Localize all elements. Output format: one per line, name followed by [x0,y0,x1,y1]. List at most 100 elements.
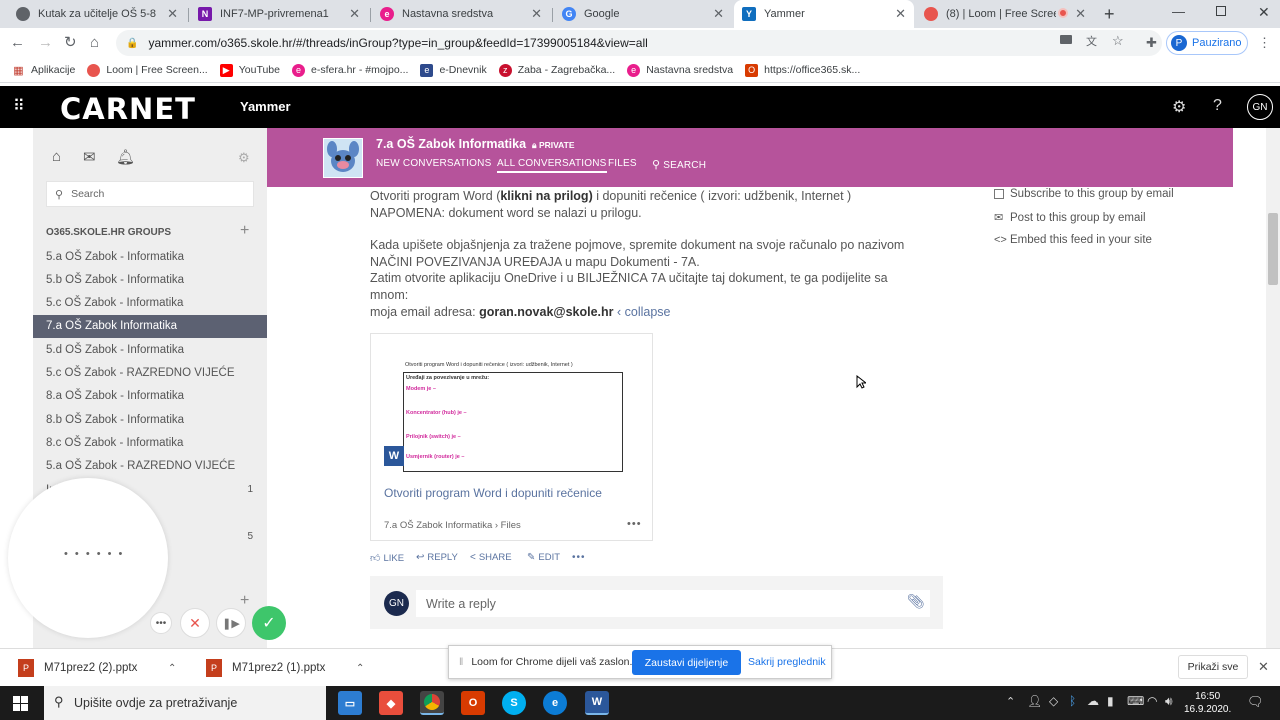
attachment-title[interactable]: Otvoriti program Word i dopuniti rečenic… [384,486,602,500]
close-icon[interactable]: ✕ [895,6,906,22]
tab-new-conversations[interactable]: NEW CONVERSATIONS [376,158,491,169]
chrome-icon[interactable] [420,691,444,715]
reply-button[interactable]: ↩ REPLY [416,552,458,563]
loom-pause-button[interactable]: ❚▶ [216,608,246,638]
tray-chevron-icon[interactable]: ⌃ [1006,695,1015,708]
reload-icon[interactable]: ↻ [64,34,77,52]
address-bar[interactable]: 🔒 yammer.com/o365.skole.hr/#/threads/inG… [116,30,1162,56]
people-icon[interactable]: 👤︎ [1027,694,1042,708]
close-downloads-button[interactable]: ✕ [1258,659,1269,675]
menu-icon[interactable]: ⋮ [1258,34,1271,52]
tab-yammer[interactable]: Y Yammer ✕ [734,0,914,28]
edge-icon[interactable]: e [543,691,567,715]
tab-google[interactable]: G Google ✕ [554,0,732,28]
settings-icon[interactable]: ⚙ [238,150,250,166]
extensions-icon[interactable]: ✚ [1146,34,1157,52]
bookmark-nastavna[interactable]: e Nastavna sredstva [627,63,733,77]
minimize-button[interactable]: — [1172,4,1185,19]
sidebar-group-item[interactable]: 5.d OŠ Zabok - Informatika [33,338,267,361]
loom-cancel-button[interactable]: ✕ [180,608,210,638]
sidebar-search[interactable]: ⚲ Search [46,181,254,207]
close-icon[interactable]: ✕ [713,6,724,22]
user-avatar[interactable]: GN [1247,94,1273,120]
group-name[interactable]: 7.a OŠ Zabok Informatika 🔒︎ PRIVATE [376,137,575,151]
bookmark-star-icon[interactable]: ☆ [1112,33,1124,49]
reply-input[interactable]: Write a reply [416,590,930,617]
post-by-email-link[interactable]: ✉ Post to this group by email [994,211,1146,225]
taskbar-clock[interactable]: 16:50 16.9.2020. [1184,690,1231,716]
mail-icon[interactable]: ✉ [83,148,96,166]
more-options-icon[interactable]: ••• [627,518,642,530]
collapse-link[interactable]: ‹ collapse [617,305,671,319]
bluetooth-icon[interactable]: ᛒ [1069,694,1076,708]
close-icon[interactable]: ✕ [349,6,360,22]
embed-feed-link[interactable]: <> Embed this feed in your site [994,234,1152,246]
sidebar-group-item[interactable]: 5.a OŠ Zabok - RAZREDNO VIJEĆE [33,455,267,478]
bookmark-loom[interactable]: Loom | Free Screen... [87,63,208,77]
tab-loom[interactable]: (8) | Loom | Free Screen ✕ [916,0,1094,28]
home-icon[interactable]: ⌂ [90,34,99,52]
sidebar-group-item[interactable]: 5.a OŠ Zabok - Informatika [33,245,267,268]
sidebar-group-item[interactable]: 8.c OŠ Zabok - Informatika [33,431,267,454]
gear-icon[interactable]: ⚙ [1172,97,1186,117]
home-icon[interactable]: ⌂ [52,148,61,165]
skype-icon[interactable]: S [502,691,526,715]
sidebar-group-item[interactable]: 5.b OŠ Zabok - Informatika [33,268,267,291]
stop-sharing-button[interactable]: Zaustavi dijeljenje [632,650,741,675]
windows-start-icon[interactable] [13,696,28,711]
onedrive-icon[interactable]: ☁ [1087,694,1099,708]
tab-all-conversations[interactable]: ALL CONVERSATIONS [497,158,607,173]
close-icon[interactable]: ✕ [167,6,178,22]
bookmark-youtube[interactable]: ▶ YouTube [219,63,280,77]
sidebar-group-item[interactable]: 5.c OŠ Zabok - Informatika [33,292,267,315]
subscribe-email-option[interactable]: Subscribe to this group by email [994,188,1174,200]
back-icon[interactable]: ← [10,34,25,52]
tab-kutak[interactable]: Kutak za učitelje OŠ 5-8 ✕ [8,0,186,28]
like-button[interactable]: 👍︎ LIKE [370,552,404,565]
app-icon[interactable]: ◆ [379,691,403,715]
bookmark-office[interactable]: Ohttps://office365.sk... [745,63,860,77]
tab-inf7[interactable]: N INF7-MP-privremena1 ✕ [190,0,368,28]
download-item[interactable]: P M71prez2 (2).pptx ⌃ [18,649,188,687]
share-button[interactable]: < SHARE [470,552,512,563]
bookmark-esfera[interactable]: e e-sfera.hr - #mojpo... [291,63,408,77]
download-item[interactable]: P M71prez2 (1).pptx ⌃ [206,649,376,687]
hide-button[interactable]: Sakrij preglednik [748,656,826,668]
notifications-icon[interactable]: 🗨︎ [1247,694,1264,710]
tab-files[interactable]: FILES [608,158,637,169]
profile-button[interactable]: P Pauzirano [1166,31,1248,55]
office-icon[interactable]: O [461,691,485,715]
bookmark-apps[interactable]: ▦ Aplikacije [12,64,75,77]
drag-handle-icon[interactable]: ‖ [459,656,463,668]
loom-more-button[interactable]: ••• [150,612,172,634]
tab-nastavna[interactable]: e Nastavna sredstva ✕ [372,0,550,28]
document-preview[interactable]: Otvoriti program Word i dopuniti rečenic… [401,362,623,474]
forward-icon[interactable]: → [38,34,53,52]
loom-camera-bubble[interactable]: • • • • • • [8,478,168,638]
edit-button[interactable]: ✎ EDIT [527,552,560,563]
scrollbar-thumb[interactable] [1268,213,1278,285]
bookmark-ednevnik[interactable]: e e-Dnevnik [420,63,487,77]
word-icon[interactable]: W [585,691,609,715]
scrollbar-track[interactable] [1266,128,1280,648]
add-icon[interactable]: + [240,592,249,610]
sidebar-group-item[interactable]: 8.a OŠ Zabok - Informatika [33,385,267,408]
paperclip-icon[interactable]: 📎︎ [907,593,925,610]
more-actions-icon[interactable]: ••• [572,552,586,563]
tab-search[interactable]: ⚲ SEARCH [652,158,706,171]
sidebar-group-item[interactable]: 5.c OŠ Zabok - RAZREDNO VIJEĆE [33,362,267,385]
loom-finish-button[interactable]: ✓ [252,606,286,640]
app-launcher-icon[interactable]: ⠿ [13,96,25,116]
close-icon[interactable]: ✕ [1075,6,1086,22]
sidebar-group-item[interactable]: 8.b OŠ Zabok - Informatika [33,408,267,431]
maximize-button[interactable] [1216,6,1226,16]
attachment-card[interactable]: Otvoriti program Word i dopuniti rečenic… [370,333,653,541]
help-icon[interactable]: ? [1213,97,1222,115]
translate-icon[interactable]: 文 [1086,33,1097,49]
keyboard-icon[interactable]: ⌨ [1127,694,1144,708]
carnet-logo[interactable]: CARNET [60,92,196,126]
bookmark-zaba[interactable]: z Zaba - Zagrebačka... [498,63,615,77]
volume-icon[interactable]: 🔊︎ [1165,694,1173,709]
sidebar-group-item[interactable]: 7.a OŠ Zabok Informatika [33,314,267,338]
taskbar-search[interactable]: ⚲ Upišite ovdje za pretraživanje [44,686,326,720]
